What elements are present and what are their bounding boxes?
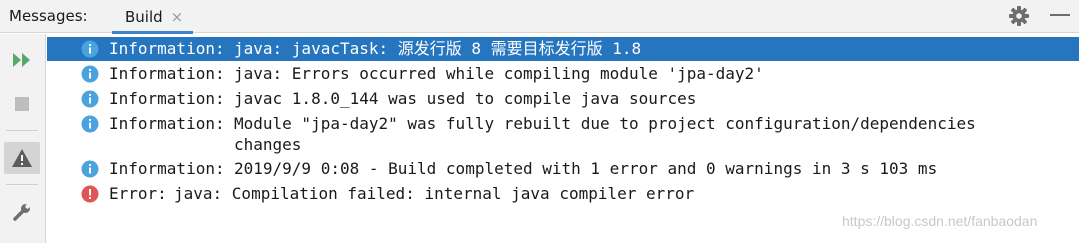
message-text: 2019/9/9 0:08 - Build completed with 1 e… bbox=[234, 159, 938, 178]
tab-build-label: Build bbox=[125, 7, 163, 26]
message-kind: Information: bbox=[109, 114, 225, 133]
close-icon[interactable]: × bbox=[171, 8, 184, 26]
settings-wrench-icon bbox=[13, 204, 30, 221]
info-icon bbox=[81, 115, 99, 133]
message-row[interactable]: Information: java: javacTask: 源发行版 8 需要目… bbox=[47, 37, 1079, 61]
message-text: java: Compilation failed: internal java … bbox=[174, 184, 695, 203]
minimize-icon[interactable] bbox=[1050, 14, 1070, 16]
message-kind: Error: bbox=[109, 184, 167, 203]
messages-header: Messages: Build × bbox=[0, 0, 1079, 34]
message-kind: Information: bbox=[109, 64, 225, 83]
info-icon bbox=[81, 90, 99, 108]
message-text: Module "jpa-day2" was fully rebuilt due … bbox=[234, 114, 976, 133]
message-text: java: Errors occurred while compiling mo… bbox=[234, 64, 764, 83]
info-icon bbox=[81, 65, 99, 83]
settings-wrench-button[interactable] bbox=[4, 196, 40, 228]
error-icon bbox=[81, 185, 99, 203]
tab-build[interactable]: Build × bbox=[112, 0, 194, 34]
stop-icon bbox=[15, 97, 29, 111]
message-kind: Information: bbox=[109, 159, 225, 178]
info-icon bbox=[81, 40, 99, 58]
panel-title: Messages: bbox=[9, 7, 88, 25]
message-kind: Information: bbox=[109, 89, 225, 108]
left-toolbar bbox=[0, 34, 46, 243]
toolbar-divider bbox=[6, 184, 38, 185]
message-text: java: javacTask: 源发行版 8 需要目标发行版 1.8 bbox=[234, 39, 642, 58]
messages-list: Information: java: javacTask: 源发行版 8 需要目… bbox=[47, 34, 1079, 243]
stop-button[interactable] bbox=[4, 88, 40, 120]
rerun-button[interactable] bbox=[4, 44, 40, 76]
message-text: javac 1.8.0_144 was used to compile java… bbox=[234, 89, 697, 108]
message-row[interactable]: Information: Module "jpa-day2" was fully… bbox=[47, 112, 1079, 156]
message-kind: Information: bbox=[109, 39, 225, 58]
message-text-continuation: changes bbox=[234, 135, 302, 154]
gear-icon[interactable] bbox=[1008, 5, 1030, 27]
rerun-icon bbox=[13, 53, 30, 67]
info-icon bbox=[81, 160, 99, 178]
warning-filter-icon bbox=[12, 149, 32, 167]
toolbar-divider bbox=[6, 130, 38, 131]
watermark: https://blog.csdn.net/fanbaodan bbox=[842, 213, 1038, 229]
warning-filter-button[interactable] bbox=[4, 142, 40, 174]
